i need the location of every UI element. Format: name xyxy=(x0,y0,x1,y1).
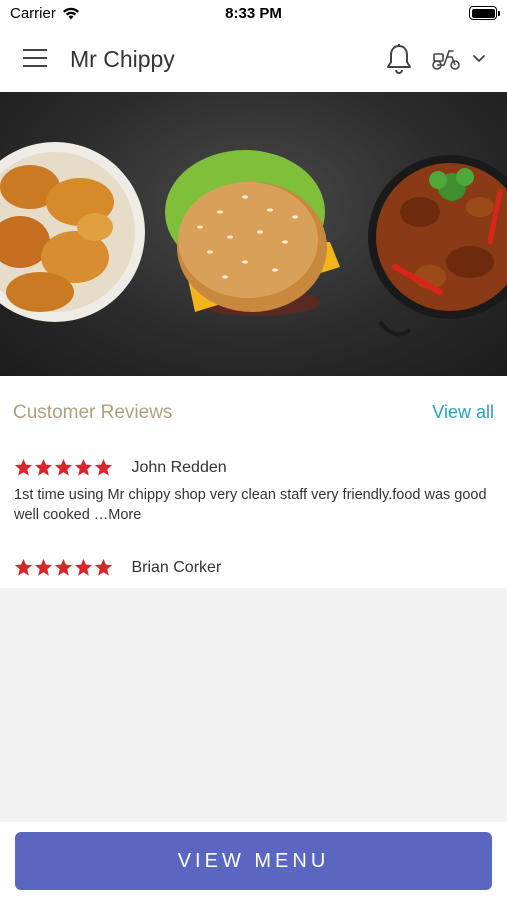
reviews-heading: Customer Reviews xyxy=(13,402,173,423)
view-menu-button[interactable]: VIEW MENU xyxy=(15,832,492,890)
star-icon xyxy=(54,558,73,576)
view-all-reviews-link[interactable]: View all xyxy=(432,402,494,423)
status-bar: Carrier 8:33 PM xyxy=(0,0,507,28)
fried-chicken-bowl xyxy=(0,142,145,322)
star-icon xyxy=(54,458,73,476)
hero-banner xyxy=(0,92,507,376)
status-time: 8:33 PM xyxy=(225,5,282,22)
star-icon xyxy=(34,458,53,476)
burger xyxy=(165,150,340,316)
curry-pan xyxy=(368,155,507,337)
food-banner-image xyxy=(0,142,507,337)
bottom-action-bar: VIEW MENU xyxy=(0,822,507,900)
customer-reviews-section: Customer Reviews View all John Redden 1s… xyxy=(0,376,507,588)
review-text[interactable]: 1st time using Mr chippy shop very clean… xyxy=(14,485,494,525)
star-icon xyxy=(94,458,113,476)
chevron-down-icon[interactable] xyxy=(472,54,486,64)
star-icon xyxy=(94,558,113,576)
review-item: Brian Corker xyxy=(14,558,494,577)
hamburger-menu-icon[interactable] xyxy=(23,49,47,69)
bell-icon[interactable] xyxy=(385,43,413,75)
star-icon xyxy=(34,558,53,576)
reviewer-name: John Redden xyxy=(131,458,227,476)
page-title: Mr Chippy xyxy=(70,46,175,72)
rating-stars xyxy=(14,458,113,477)
top-nav-bar: Mr Chippy xyxy=(0,28,507,92)
review-item: John Redden 1st time using Mr chippy sho… xyxy=(14,458,494,525)
rating-stars xyxy=(14,558,113,577)
star-icon xyxy=(74,458,93,476)
star-icon xyxy=(14,558,33,576)
reviewer-name: Brian Corker xyxy=(131,558,222,576)
scooter-icon[interactable] xyxy=(430,46,462,72)
star-icon xyxy=(74,558,93,576)
battery-icon xyxy=(469,6,500,20)
star-icon xyxy=(14,458,33,476)
